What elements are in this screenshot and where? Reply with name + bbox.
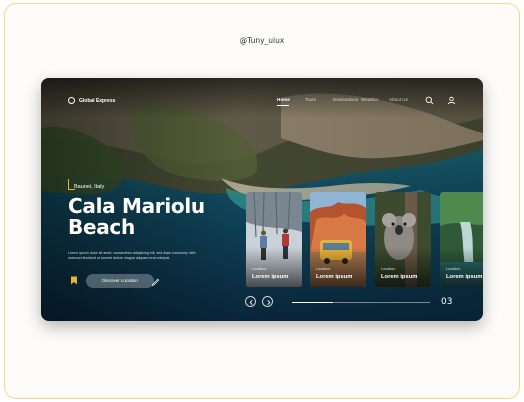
chevron-left-icon	[249, 299, 253, 306]
chevron-right-icon	[267, 299, 271, 306]
top-navigation: Global Express Home Tours Destinations W…	[41, 78, 483, 122]
card-title: Lorem ipsum	[252, 274, 289, 280]
search-icon[interactable]	[425, 96, 434, 105]
nav-menu: Home Tours Destinations Weather About Us	[277, 97, 417, 106]
hero-title-line-1: Cala Mariolu	[68, 194, 205, 218]
hero-location-text: Baunei, Italy	[74, 184, 105, 190]
nav-item-about-us[interactable]: About Us	[389, 97, 417, 106]
nav-item-tours[interactable]: Tours	[305, 97, 333, 106]
card-location: Location	[446, 267, 461, 271]
pen-icon[interactable]	[151, 277, 160, 286]
nav-item-destinations[interactable]: Destinations	[333, 97, 361, 106]
slider-progress-fill	[292, 302, 334, 303]
destination-card[interactable]: Location Lorem ipsum	[375, 192, 431, 287]
discover-location-button[interactable]: Discover Location	[86, 274, 154, 288]
card-title: Lorem ipsum	[316, 274, 353, 280]
hero-title: Cala Mariolu Beach	[68, 196, 238, 238]
author-credit: @Tuny_uiux	[239, 36, 285, 45]
destination-card[interactable]: Location Lorem ipsum	[246, 192, 302, 287]
destination-card[interactable]: Location Lorem ipsum	[310, 192, 366, 287]
brand-logo[interactable]: Global Express	[68, 97, 115, 104]
bookmark-icon[interactable]	[70, 276, 78, 285]
hero-title-line-2: Beach	[68, 215, 135, 239]
hero-description: Lorem ipsum dolor sit amet, consectetur …	[68, 251, 196, 260]
previous-button[interactable]	[245, 296, 256, 307]
next-button[interactable]	[262, 296, 273, 307]
app-window: Global Express Home Tours Destinations W…	[41, 78, 483, 321]
user-icon[interactable]	[447, 96, 456, 105]
nav-item-weather[interactable]: Weather	[361, 97, 389, 106]
nav-item-home[interactable]: Home	[277, 97, 305, 106]
globe-icon	[68, 97, 75, 104]
card-title: Lorem ipsum	[381, 274, 418, 280]
hero-location: Baunei, Italy	[68, 179, 104, 190]
card-location: Location	[381, 267, 396, 271]
card-location: Location	[316, 267, 331, 271]
slide-counter: 03	[441, 297, 453, 307]
brand-name: Global Express	[79, 97, 116, 104]
card-location: Location	[252, 267, 267, 271]
slider-progress-bar	[292, 302, 430, 303]
card-title: Lorem ipsum	[446, 274, 483, 280]
destination-card[interactable]: Location Lorem ipsum	[440, 192, 483, 287]
